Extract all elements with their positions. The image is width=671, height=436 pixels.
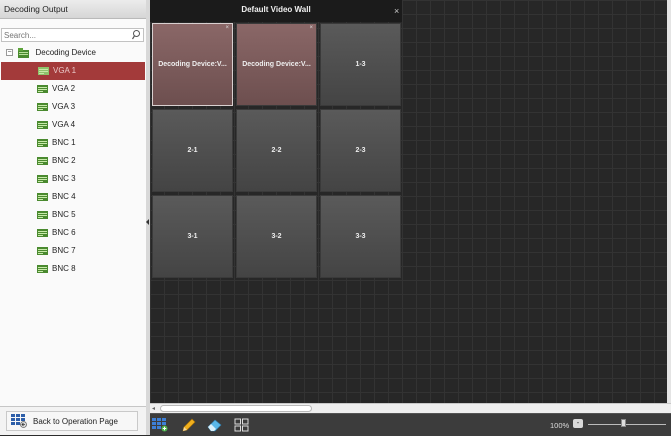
tile-label: 3-2 xyxy=(271,233,282,240)
tile-label: 2-2 xyxy=(271,147,282,154)
tree-item-output[interactable]: BNC 7 xyxy=(0,242,146,260)
wall-grid: Decoding Device:V... × Decoding Device:V..… xyxy=(152,23,404,281)
panel-title: Decoding Output xyxy=(0,0,146,19)
tile-close-icon[interactable]: × xyxy=(225,25,229,31)
tile-label: Decoding Device:V... xyxy=(242,61,311,68)
tree-item-output[interactable]: BNC 1 xyxy=(0,134,146,152)
tree-item-output[interactable]: BNC 6 xyxy=(0,224,146,242)
tree-item-label: BNC 1 xyxy=(52,138,76,147)
wall-window-tile[interactable]: 2-2 xyxy=(236,109,317,192)
tile-close-icon[interactable]: × xyxy=(309,25,313,31)
device-folder-icon xyxy=(18,47,30,58)
tree-item-output[interactable]: BNC 2 xyxy=(0,152,146,170)
tree-item-output[interactable]: VGA 4 xyxy=(0,116,146,134)
wall-window-tile[interactable]: Decoding Device:V... × xyxy=(152,23,233,106)
zoom-level: 100% xyxy=(550,421,570,430)
tree-item-label: BNC 5 xyxy=(52,210,76,219)
close-icon[interactable]: × xyxy=(394,7,399,16)
wall-window-tile[interactable]: 3-2 xyxy=(236,195,317,278)
tree-item-output[interactable]: VGA 2 xyxy=(0,80,146,98)
scrollbar-thumb[interactable] xyxy=(160,405,312,412)
video-wall-canvas[interactable]: Default Video Wall × Decoding Device:V..… xyxy=(150,0,671,403)
wall-window-tile[interactable]: Decoding Device:V... × xyxy=(236,23,317,106)
back-to-operation-button[interactable]: Back to Operation Page xyxy=(6,411,138,431)
tile-label: 2-1 xyxy=(187,147,198,154)
device-tree: − Decoding Device VGA 1 VGA 2 VGA 3 VGA 4 BN… xyxy=(0,44,146,278)
tree-item-label: BNC 3 xyxy=(52,174,76,183)
tree-item-label: VGA 1 xyxy=(53,66,77,75)
monitor-output-icon xyxy=(37,120,48,129)
tree-item-label: BNC 4 xyxy=(52,192,76,201)
monitor-output-icon xyxy=(37,228,48,237)
wall-window-tile[interactable]: 2-3 xyxy=(320,109,401,192)
monitor-output-icon xyxy=(37,210,48,219)
tree-root-decoding-device[interactable]: − Decoding Device xyxy=(0,44,146,62)
tile-label: 3-3 xyxy=(355,233,366,240)
monitor-output-icon xyxy=(37,246,48,255)
decoding-output-panel: Decoding Output − Decoding Device VGA 1 V… xyxy=(0,0,147,435)
monitor-output-icon xyxy=(37,138,48,147)
monitor-output-icon xyxy=(37,84,48,93)
collapse-toggle-icon[interactable]: − xyxy=(6,49,13,57)
search-box[interactable] xyxy=(1,28,144,42)
tree-item-output[interactable]: VGA 1 xyxy=(1,62,145,80)
back-button-label: Back to Operation Page xyxy=(33,416,118,426)
tree-item-label: BNC 2 xyxy=(52,156,76,165)
tree-item-output[interactable]: BNC 4 xyxy=(0,188,146,206)
tree-item-output[interactable]: BNC 3 xyxy=(0,170,146,188)
monitor-output-icon xyxy=(37,156,48,165)
pencil-icon[interactable] xyxy=(180,418,196,432)
layout-grid-icon[interactable] xyxy=(152,418,168,432)
bottom-toolbar: 100% - xyxy=(150,413,671,436)
tree-item-label: VGA 4 xyxy=(52,120,76,129)
monitor-output-icon xyxy=(37,102,48,111)
wall-window-tile[interactable]: 1-3 xyxy=(320,23,401,106)
window-split-icon[interactable] xyxy=(234,418,250,432)
zoom-slider-thumb[interactable] xyxy=(621,419,627,427)
tree-item-label: VGA 3 xyxy=(52,102,76,111)
tree-item-label: BNC 6 xyxy=(52,228,76,237)
scroll-left-arrow-icon[interactable]: ◂ xyxy=(152,406,155,412)
search-icon[interactable] xyxy=(131,29,141,41)
tree-item-output[interactable]: BNC 8 xyxy=(0,260,146,278)
wall-window-tile[interactable]: 3-1 xyxy=(152,195,233,278)
search-input[interactable] xyxy=(2,29,124,41)
monitor-output-icon xyxy=(37,174,48,183)
tree-item-output[interactable]: VGA 3 xyxy=(0,98,146,116)
tree-item-label: VGA 2 xyxy=(52,84,76,93)
tile-label: 3-1 xyxy=(187,233,198,240)
zoom-out-button[interactable]: - xyxy=(573,419,583,428)
tree-item-label: BNC 8 xyxy=(52,264,76,273)
monitor-output-icon xyxy=(38,66,49,75)
tile-label: Decoding Device:V... xyxy=(158,61,227,68)
wall-title-bar: Default Video Wall xyxy=(150,0,402,22)
tree-item-output[interactable]: BNC 5 xyxy=(0,206,146,224)
wall-title: Default Video Wall xyxy=(241,5,311,14)
tile-label: 2-3 xyxy=(355,147,366,154)
zoom-slider-track[interactable] xyxy=(588,424,666,425)
wall-window-tile[interactable]: 2-1 xyxy=(152,109,233,192)
tree-root-label: Decoding Device xyxy=(35,48,96,57)
back-grid-icon xyxy=(11,414,27,428)
vertical-scrollbar[interactable] xyxy=(667,0,671,403)
tile-label: 1-3 xyxy=(355,61,366,68)
tree-item-label: BNC 7 xyxy=(52,246,76,255)
wall-window-tile[interactable]: 3-3 xyxy=(320,195,401,278)
collapse-arrow-icon[interactable] xyxy=(146,219,149,225)
monitor-output-icon xyxy=(37,264,48,273)
monitor-output-icon xyxy=(37,192,48,201)
left-footer: Back to Operation Page xyxy=(0,406,146,435)
eraser-icon[interactable] xyxy=(206,418,222,432)
